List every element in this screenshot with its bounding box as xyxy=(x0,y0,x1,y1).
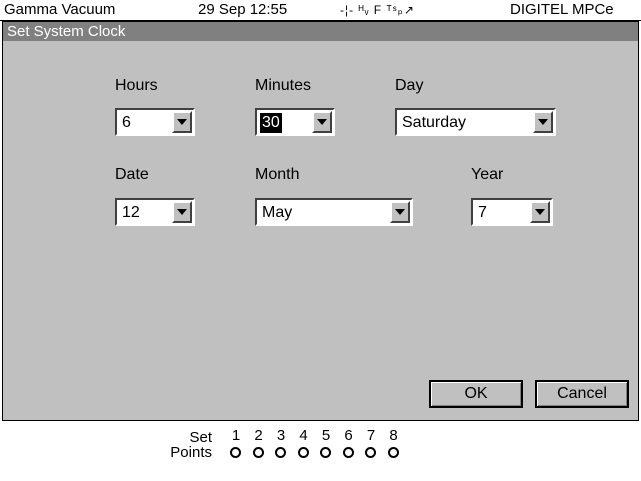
clock-readout: 29 Sep 12:55 xyxy=(198,1,288,18)
year-value: 7 xyxy=(478,204,487,221)
hours-select[interactable]: 6 xyxy=(115,108,195,136)
minutes-label: Minutes xyxy=(255,77,312,94)
device-name: DIGITEL MPCe xyxy=(510,1,614,18)
minutes-value: 30 xyxy=(260,113,282,133)
date-value: 12 xyxy=(122,204,140,221)
chevron-down-icon[interactable] xyxy=(172,201,192,223)
chevron-down-icon[interactable] xyxy=(530,201,550,223)
status-bar: Gamma Vacuum 29 Sep 12:55 -¦- ᴴᵥ F ᵀˢₚ↗ … xyxy=(0,0,641,21)
ok-button[interactable]: OK xyxy=(429,380,523,408)
hours-value: 6 xyxy=(122,114,131,131)
setpoint-number-4: 4 xyxy=(299,427,308,444)
setpoint-number-7: 7 xyxy=(366,427,376,444)
chevron-down-icon[interactable] xyxy=(533,111,553,133)
setpoint-indicator-1 xyxy=(230,447,241,458)
setpoint-number-2: 2 xyxy=(254,427,263,444)
setpoint-indicator-3 xyxy=(275,447,286,458)
set-system-clock-dialog: Set System Clock Hours Minutes Day 6 30 … xyxy=(2,21,639,421)
setpoint-indicator-7 xyxy=(365,447,376,458)
day-value: Saturday xyxy=(402,114,467,131)
setpoint-indicator-5 xyxy=(320,447,331,458)
setpoint-number-5: 5 xyxy=(321,427,331,444)
setpoints-label-points: Points xyxy=(170,444,212,461)
minutes-select[interactable]: 30 xyxy=(255,108,335,136)
setpoint-indicator-6 xyxy=(342,447,354,458)
month-value: May xyxy=(262,204,293,221)
setpoints-label-set: Set xyxy=(189,429,212,446)
month-select[interactable]: May xyxy=(255,198,413,226)
month-label: Month xyxy=(255,166,300,183)
app-name: Gamma Vacuum xyxy=(4,1,116,18)
hours-label: Hours xyxy=(115,77,158,94)
year-select[interactable]: 7 xyxy=(471,198,553,226)
dialog-title: Set System Clock xyxy=(3,22,638,41)
status-icons: -¦- ᴴᵥ F ᵀˢₚ↗ xyxy=(340,3,415,17)
date-label: Date xyxy=(115,166,149,183)
chevron-down-icon[interactable] xyxy=(390,201,410,223)
setpoint-indicator-2 xyxy=(252,447,264,458)
setpoint-number-6: 6 xyxy=(344,427,353,444)
setpoint-number-8: 8 xyxy=(389,427,398,444)
setpoint-number-1: 1 xyxy=(231,427,241,444)
setpoint-indicator-8 xyxy=(387,447,399,458)
day-label: Day xyxy=(395,77,424,94)
chevron-down-icon[interactable] xyxy=(172,111,192,133)
chevron-down-icon[interactable] xyxy=(312,111,332,133)
day-select[interactable]: Saturday xyxy=(395,108,556,136)
date-select[interactable]: 12 xyxy=(115,198,195,226)
setpoint-number-3: 3 xyxy=(276,427,286,444)
year-label: Year xyxy=(471,166,504,183)
setpoint-indicator-4 xyxy=(297,447,309,458)
cancel-button[interactable]: Cancel xyxy=(535,380,629,408)
